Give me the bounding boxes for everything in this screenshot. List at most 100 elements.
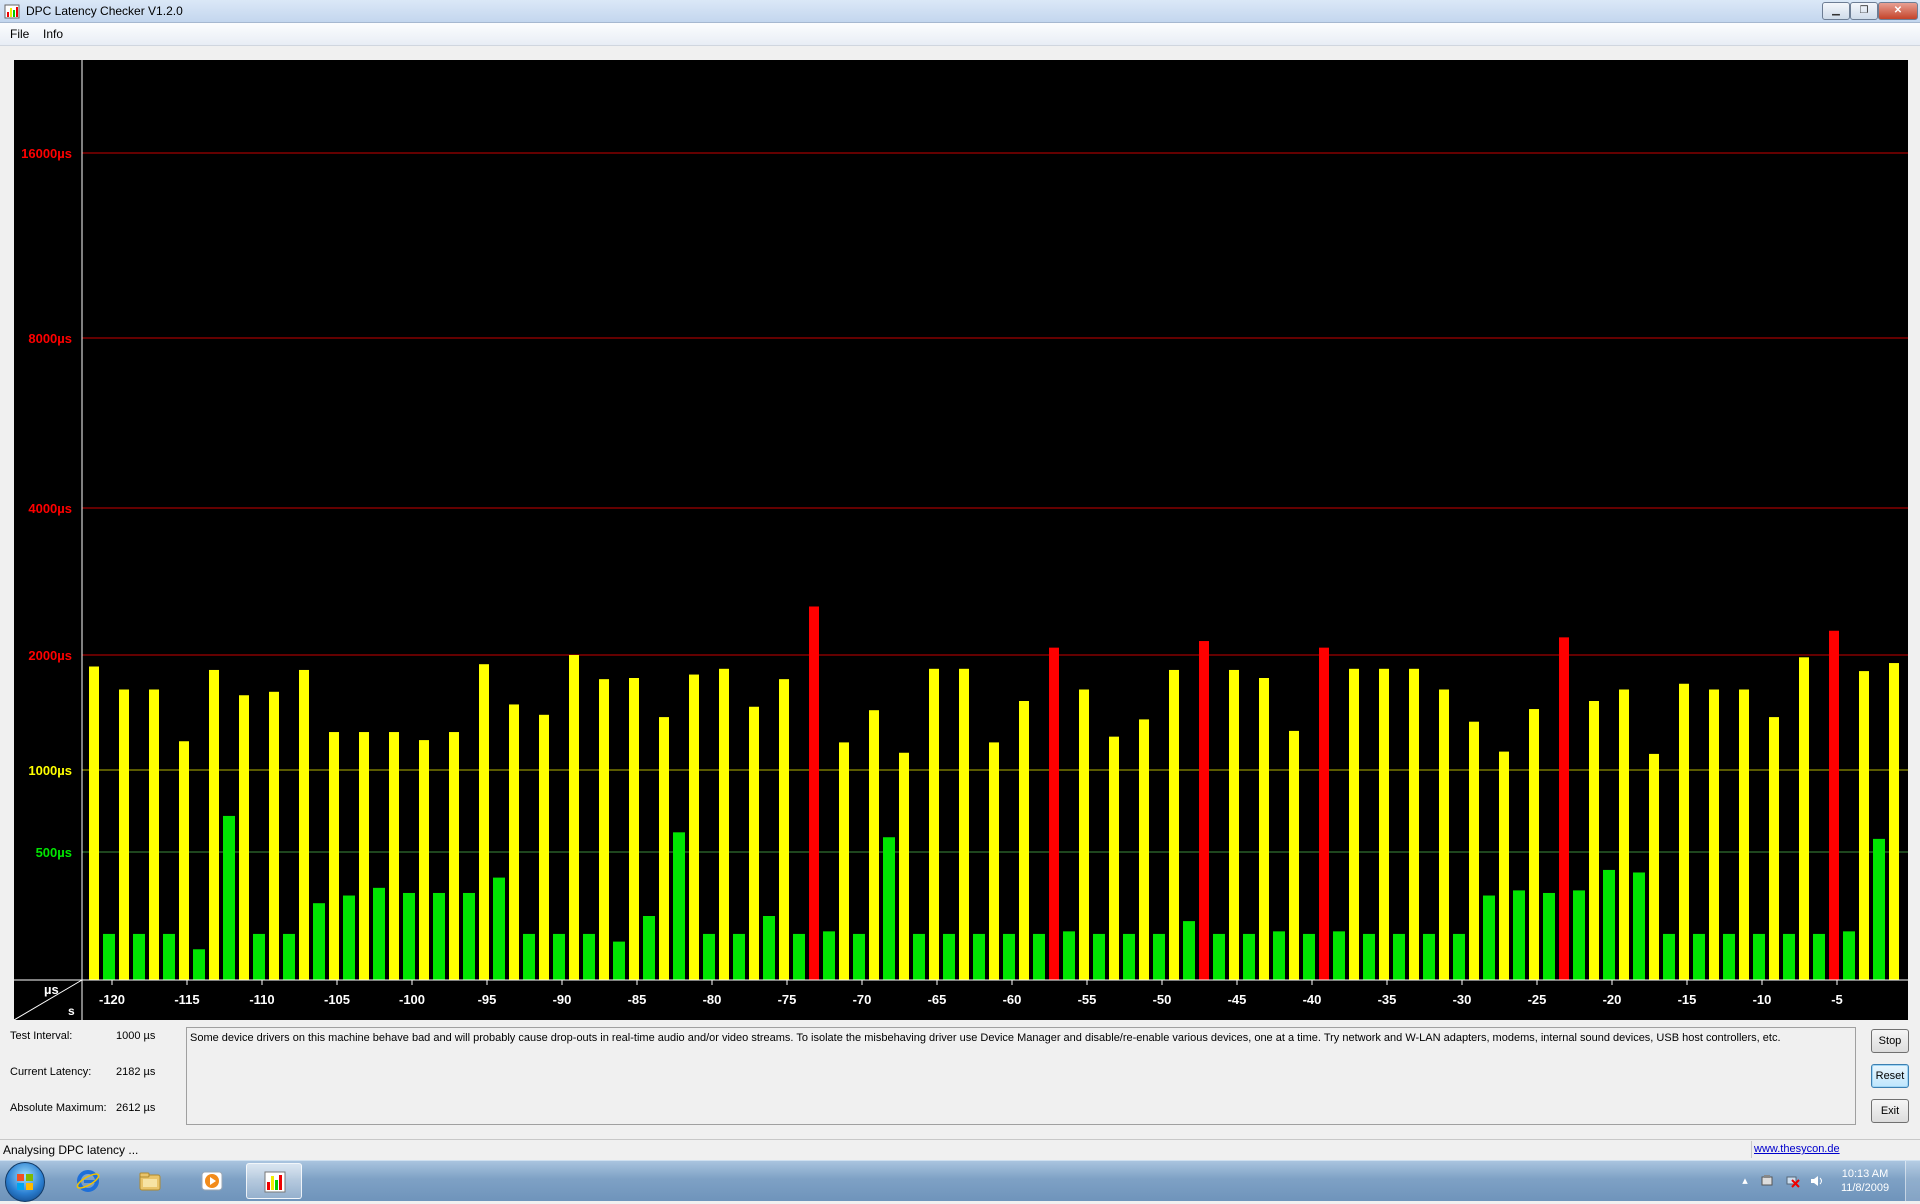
latency-bar [1559,637,1569,980]
interval-bar [1063,931,1075,980]
status-bar: Analysing DPC latency ... www.thesycon.d… [0,1139,1920,1160]
x-tick-label: -110 [249,992,274,1007]
latency-bar [899,752,909,980]
latency-bar [179,741,189,980]
x-tick-label: -35 [1378,992,1397,1007]
restore-button[interactable]: ❐ [1850,2,1878,20]
latency-bar [89,666,99,980]
x-tick-label: -105 [324,992,350,1007]
latency-bar [449,732,459,980]
interval-bar [493,877,505,980]
latency-bar [839,742,849,980]
interval-bar [1003,933,1015,980]
menu-bar: File Info [0,23,1920,46]
show-hidden-icons-chevron-icon[interactable]: ▴ [1738,1174,1752,1188]
restore-icon: ❐ [1859,5,1869,16]
latency-bar [1859,671,1869,980]
latency-bar [359,732,369,980]
latency-bar [629,678,639,980]
interval-bar [1453,933,1465,980]
latency-bar [1379,668,1389,980]
interval-bar [1243,933,1255,980]
latency-bar [689,674,699,980]
system-clock[interactable]: 10:13 AM 11/8/2009 [1838,1167,1892,1195]
interval-bar [673,832,685,980]
clock-date: 11/8/2009 [1840,1182,1890,1194]
reset-button[interactable]: Reset [1871,1064,1909,1088]
interval-bar [1123,933,1135,980]
interval-bar [223,815,235,980]
interval-bar [1273,931,1285,980]
close-button[interactable]: ✕ [1878,2,1918,20]
latency-bar [1019,701,1029,980]
interval-bar [373,887,385,980]
interval-bar [643,916,655,980]
x-tick-label: -5 [1831,992,1843,1007]
interval-bar [1543,892,1555,980]
interval-bar [1423,933,1435,980]
show-desktop-button[interactable] [1905,1161,1920,1201]
interval-bar [823,931,835,980]
x-tick-label: -55 [1078,992,1097,1007]
latency-bar [599,679,609,980]
x-tick-label: -100 [399,992,425,1007]
latency-bar [1199,641,1209,980]
taskbar-media-player[interactable] [186,1163,238,1199]
latency-bar [869,710,879,980]
windows-logo-icon [17,1174,33,1190]
network-disconnected-icon[interactable] [1786,1174,1800,1188]
interval-bar [1813,933,1825,980]
latency-bar [209,669,219,980]
start-button[interactable] [5,1162,45,1202]
current-latency-label: Current Latency: [10,1066,92,1078]
latency-bar [809,606,819,980]
latency-bar [1349,668,1359,980]
internet-explorer-icon [76,1170,100,1192]
y-tick-label-500: 500µs [36,845,72,860]
x-tick-label: -85 [628,992,647,1007]
latency-bar [1589,701,1599,980]
latency-bar [1709,689,1719,980]
menu-info[interactable]: Info [43,27,63,41]
title-bar[interactable]: DPC Latency Checker V1.2.0 ▁ ❐ ✕ [0,0,1920,23]
taskbar-dpc-latency-checker[interactable] [246,1163,302,1199]
y-tick-label-16000: 16000µs [21,146,72,161]
interval-bar [1093,933,1105,980]
interval-bar [313,903,325,980]
latency-bar [989,742,999,980]
app-icon [4,4,20,19]
latency-bar [1499,751,1509,980]
latency-bar [509,704,519,980]
latency-bar [329,732,339,980]
interval-bar [1483,895,1495,980]
latency-bar [1109,736,1119,980]
interval-bar [103,933,115,980]
latency-bar [1139,719,1149,980]
interval-bar [1303,933,1315,980]
x-tick-label: -45 [1228,992,1247,1007]
website-link[interactable]: www.thesycon.de [1754,1143,1840,1155]
safely-remove-hardware-icon[interactable] [1760,1174,1774,1188]
latency-bar [1649,753,1659,980]
latency-bar [119,689,129,980]
latency-bar [539,714,549,980]
stop-button[interactable]: Stop [1871,1029,1909,1053]
latency-bar [389,732,399,980]
interval-bar [793,933,805,980]
interval-bar [163,933,175,980]
menu-file[interactable]: File [10,27,29,41]
windows-explorer-icon [139,1172,161,1191]
x-tick-label: -75 [778,992,797,1007]
status-text: Analysing DPC latency ... [3,1143,139,1157]
latency-bar [779,679,789,980]
x-tick-label: -20 [1603,992,1622,1007]
taskbar-internet-explorer[interactable] [62,1163,114,1199]
exit-button[interactable]: Exit [1871,1099,1909,1123]
taskbar-windows-explorer[interactable] [124,1163,176,1199]
latency-bar [749,706,759,980]
interval-bar [1573,890,1585,980]
x-tick-label: -30 [1453,992,1472,1007]
x-tick-label: -10 [1753,992,1772,1007]
minimize-button[interactable]: ▁ [1822,2,1850,20]
volume-icon[interactable] [1810,1174,1824,1188]
